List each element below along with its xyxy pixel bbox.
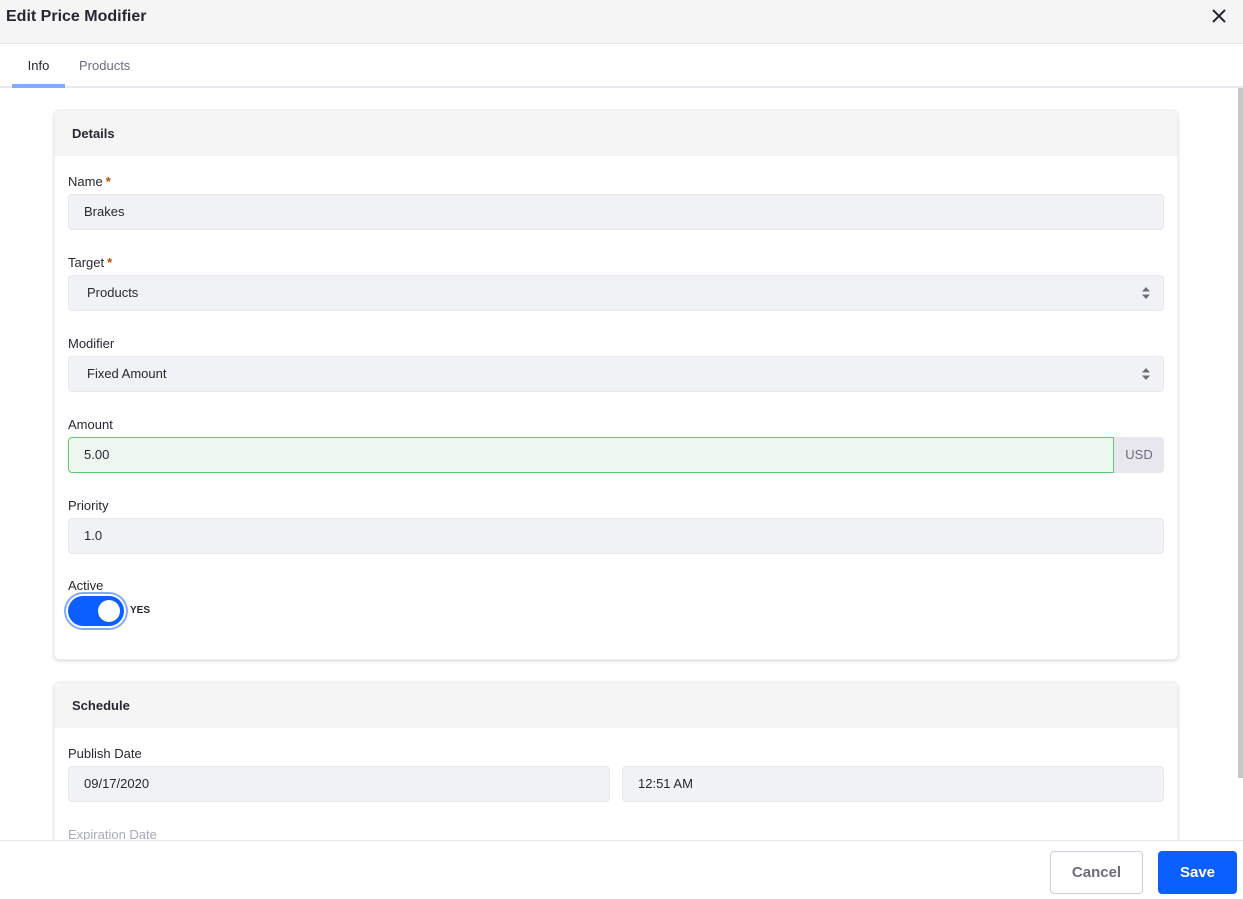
cancel-button[interactable]: Cancel [1050, 851, 1143, 894]
target-select[interactable]: Products [68, 275, 1164, 311]
close-button[interactable] [1208, 5, 1230, 27]
modifier-select-value: Fixed Amount [87, 366, 167, 381]
target-select-value: Products [87, 285, 139, 300]
publish-time-input[interactable]: 12:51 AM [622, 766, 1164, 802]
tab-products[interactable]: Products [79, 44, 130, 86]
select-arrows-icon [1142, 287, 1150, 299]
select-arrows-icon [1142, 368, 1150, 380]
tab-info[interactable]: Info [12, 44, 65, 88]
priority-label: Priority [68, 498, 109, 513]
publish-date-input[interactable]: 09/17/2020 [68, 766, 610, 802]
name-label: Name * [68, 174, 111, 189]
save-button[interactable]: Save [1158, 851, 1237, 894]
name-input[interactable]: Brakes [68, 194, 1164, 230]
target-label: Target * [68, 255, 113, 270]
schedule-header: Schedule [55, 683, 1177, 728]
close-icon [1212, 9, 1226, 23]
modifier-select[interactable]: Fixed Amount [68, 356, 1164, 392]
modal-title: Edit Price Modifier [6, 8, 147, 25]
required-marker: * [105, 174, 111, 189]
required-marker: * [107, 255, 113, 270]
toggle-knob [98, 600, 120, 622]
active-state-text: YES [130, 605, 151, 616]
scrollbar[interactable] [1238, 88, 1243, 778]
currency-addon: USD [1114, 437, 1164, 473]
priority-input[interactable]: 1.0 [68, 518, 1164, 554]
tab-bar: Info Products [0, 44, 1243, 88]
modifier-label: Modifier [68, 336, 115, 351]
active-toggle[interactable] [68, 596, 124, 626]
amount-label: Amount [68, 417, 113, 432]
schedule-panel: Schedule Publish Date 09/17/2020 12:51 A… [54, 682, 1178, 840]
publish-date-label: Publish Date [68, 746, 142, 761]
modal-header: Edit Price Modifier [0, 0, 1243, 44]
details-header: Details [55, 111, 1177, 156]
modal-footer: Cancel Save [0, 840, 1243, 899]
details-panel: Details Name * Brakes Target * Products Mo… [54, 110, 1178, 660]
modal-body: Details Name * Brakes Target * Products Mo… [0, 88, 1243, 840]
amount-input[interactable]: 5.00 [68, 437, 1114, 473]
expiration-date-label: Expiration Date [68, 827, 157, 840]
active-label: Active [68, 578, 104, 593]
